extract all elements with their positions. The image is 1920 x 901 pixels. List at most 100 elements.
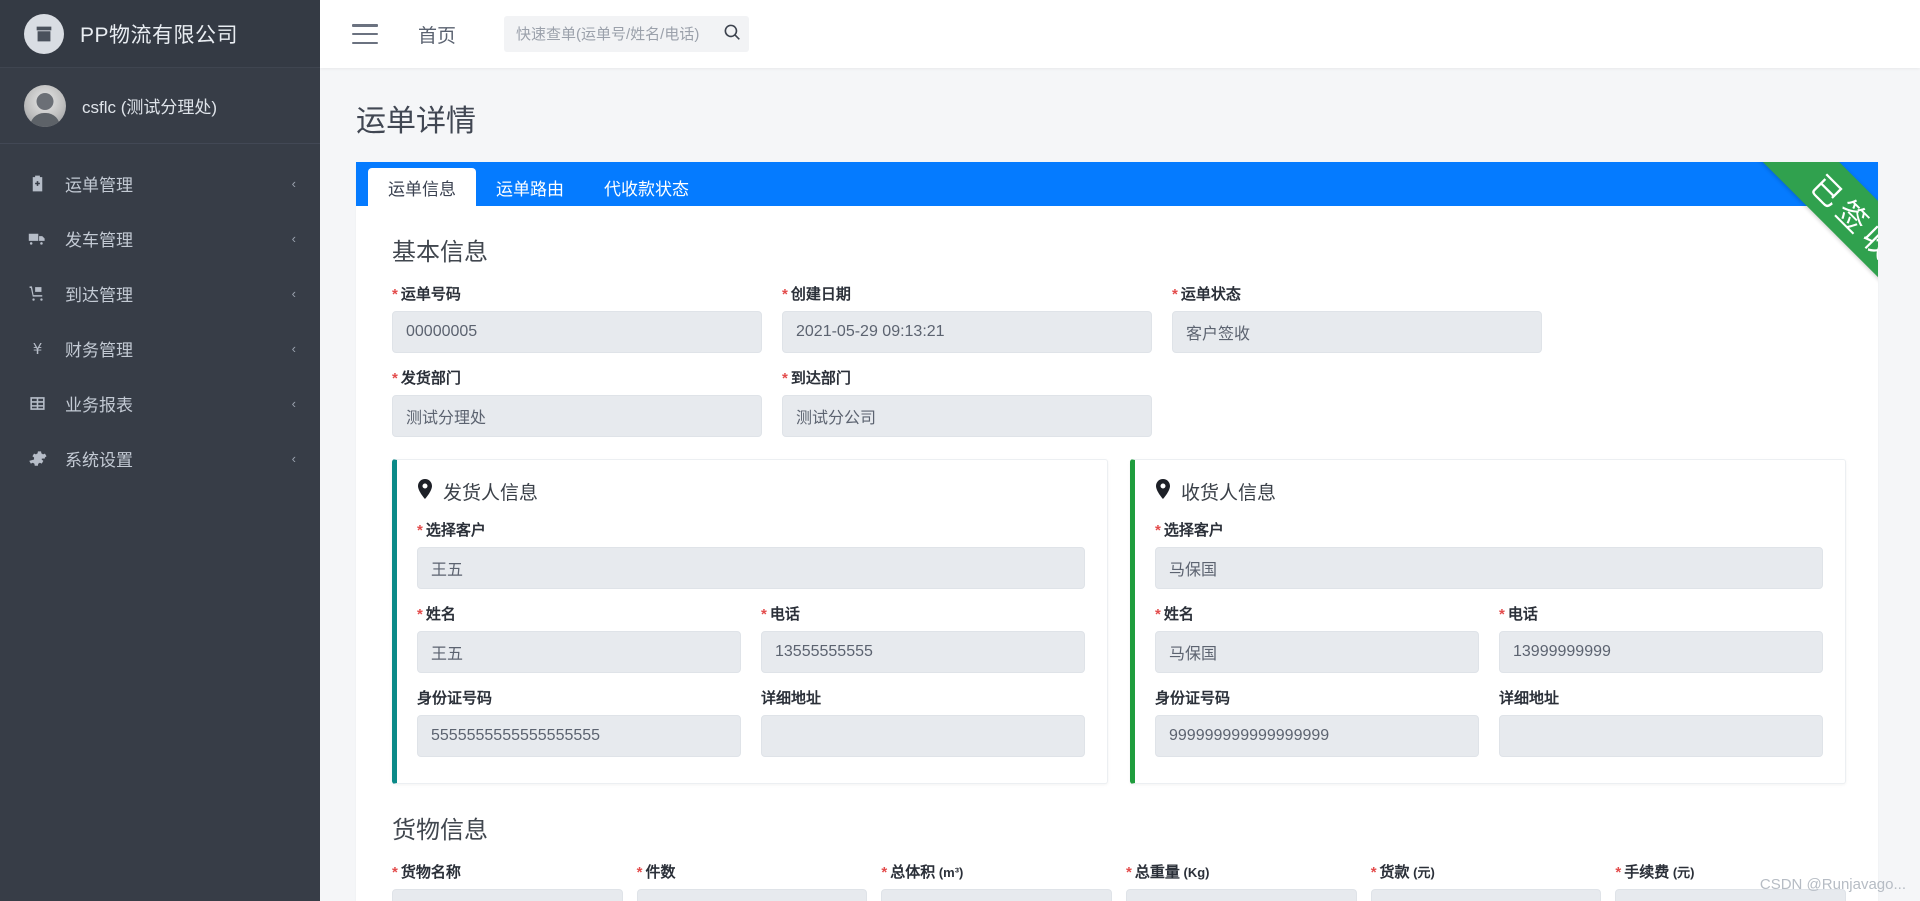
- shipper-row-name-phone: *姓名 *电话: [417, 603, 1085, 687]
- shipper-title: 发货人信息: [443, 478, 538, 505]
- consignee-row-id-address: 身份证号码 详细地址: [1155, 687, 1823, 771]
- search-box[interactable]: [504, 16, 749, 52]
- label-text: 货款: [1380, 864, 1410, 881]
- required-marker: *: [637, 864, 643, 881]
- brand-header[interactable]: PP物流有限公司: [0, 0, 320, 68]
- cargo-grid: *货物名称 *件数 *总体积 (m³): [392, 861, 1846, 901]
- required-marker: *: [881, 864, 887, 881]
- chevron-left-icon: ‹: [292, 451, 296, 466]
- tab-waybill-info[interactable]: 运单信息: [368, 168, 476, 206]
- chevron-left-icon: ‹: [292, 176, 296, 191]
- search-button[interactable]: [721, 23, 744, 45]
- required-marker: *: [782, 370, 788, 387]
- field-shipper-address: 详细地址: [761, 687, 1085, 757]
- sidebar-item-dispatch-management[interactable]: 发车管理 ‹: [0, 211, 320, 266]
- consignee-customer-input[interactable]: [1155, 547, 1823, 589]
- shipper-panel: 发货人信息 *选择客户 *姓名: [392, 459, 1108, 784]
- consignee-header: 收货人信息: [1155, 478, 1823, 505]
- field-waybill-number: *运单号码: [392, 283, 762, 353]
- field-label: *姓名: [1155, 603, 1479, 624]
- label-text: 件数: [646, 864, 676, 881]
- search-input[interactable]: [516, 26, 715, 43]
- label-unit: (元): [1669, 865, 1694, 880]
- shipper-phone-input[interactable]: [761, 631, 1085, 673]
- field-label: 详细地址: [1499, 687, 1823, 708]
- cargo-payment-input[interactable]: [1371, 889, 1602, 901]
- required-marker: *: [782, 286, 788, 303]
- waybill-number-input[interactable]: [392, 311, 762, 353]
- consignee-row-name-phone: *姓名 *电话: [1155, 603, 1823, 687]
- shipper-customer-input[interactable]: [417, 547, 1085, 589]
- shipper-name-input[interactable]: [417, 631, 741, 673]
- sidebar-item-waybill-management[interactable]: 运单管理 ‹: [0, 156, 320, 211]
- shipper-row-id-address: 身份证号码 详细地址: [417, 687, 1085, 771]
- label-text: 手续费: [1624, 864, 1669, 881]
- field-label: *货款 (元): [1371, 861, 1602, 882]
- cargo-volume-input[interactable]: [881, 889, 1112, 901]
- cargo-quantity-input[interactable]: [637, 889, 868, 901]
- field-label: 详细地址: [761, 687, 1085, 708]
- field-arrive-department: *到达部门: [782, 367, 1152, 437]
- field-label: *电话: [1499, 603, 1823, 624]
- basic-row-2: *发货部门 *到达部门: [392, 367, 1846, 451]
- required-marker: *: [1172, 286, 1178, 303]
- cargo-weight-input[interactable]: [1126, 889, 1357, 901]
- sidebar-item-label: 运单管理: [65, 171, 275, 196]
- shipper-header: 发货人信息: [417, 478, 1085, 505]
- consignee-idcard-input[interactable]: [1155, 715, 1479, 757]
- label-text: 选择客户: [426, 522, 486, 539]
- field-ship-department: *发货部门: [392, 367, 762, 437]
- cargo-name-input[interactable]: [392, 889, 623, 901]
- sidebar-item-arrival-management[interactable]: 到达管理 ‹: [0, 266, 320, 321]
- user-profile[interactable]: csflc (测试分理处): [0, 68, 320, 144]
- label-text: 选择客户: [1164, 522, 1224, 539]
- home-link[interactable]: 首页: [418, 21, 456, 48]
- field-shipper-name: *姓名: [417, 603, 741, 673]
- map-pin-icon: [417, 479, 433, 504]
- required-marker: *: [392, 370, 398, 387]
- label-text: 运单号码: [401, 286, 461, 303]
- label-text: 货物名称: [401, 864, 461, 881]
- consignee-address-input[interactable]: [1499, 715, 1823, 757]
- hamburger-icon[interactable]: [352, 24, 378, 44]
- field-cargo-name: *货物名称: [392, 861, 623, 901]
- shipper-address-input[interactable]: [761, 715, 1085, 757]
- required-marker: *: [417, 522, 423, 539]
- sidebar-item-label: 业务报表: [65, 391, 275, 416]
- label-text: 总体积: [890, 864, 935, 881]
- consignee-name-input[interactable]: [1155, 631, 1479, 673]
- field-label: *货物名称: [392, 861, 623, 882]
- tab-waybill-route[interactable]: 运单路由: [476, 168, 584, 206]
- label-text: 创建日期: [791, 286, 851, 303]
- required-marker: *: [417, 606, 423, 623]
- field-label: *运单状态: [1172, 283, 1542, 304]
- field-consignee-phone: *电话: [1499, 603, 1823, 673]
- sidebar-item-label: 发车管理: [65, 226, 275, 251]
- consignee-title: 收货人信息: [1181, 478, 1276, 505]
- required-marker: *: [1371, 864, 1377, 881]
- label-text: 发货部门: [401, 370, 461, 387]
- arrive-department-input[interactable]: [782, 395, 1152, 437]
- avatar: [24, 85, 66, 127]
- brand-name: PP物流有限公司: [80, 19, 238, 49]
- shipper-idcard-input[interactable]: [417, 715, 741, 757]
- chevron-left-icon: ‹: [292, 286, 296, 301]
- sidebar-item-finance-management[interactable]: ¥ 财务管理 ‹: [0, 321, 320, 376]
- field-label: *发货部门: [392, 367, 762, 388]
- field-label: *创建日期: [782, 283, 1152, 304]
- sidebar: PP物流有限公司 csflc (测试分理处) 运单管理 ‹ 发车管理 ‹: [0, 0, 320, 901]
- field-label: 身份证号码: [417, 687, 741, 708]
- required-marker: *: [761, 606, 767, 623]
- required-marker: *: [1155, 522, 1161, 539]
- label-text: 姓名: [1164, 606, 1194, 623]
- consignee-phone-input[interactable]: [1499, 631, 1823, 673]
- sidebar-item-system-settings[interactable]: 系统设置 ‹: [0, 431, 320, 486]
- waybill-status-input[interactable]: [1172, 311, 1542, 353]
- party-panels: 发货人信息 *选择客户 *姓名: [392, 459, 1846, 784]
- field-shipper-customer: *选择客户: [417, 519, 1085, 589]
- tab-cod-status[interactable]: 代收款状态: [584, 168, 709, 206]
- basic-section-title: 基本信息: [392, 232, 1846, 267]
- sidebar-item-business-report[interactable]: 业务报表 ‹: [0, 376, 320, 431]
- ship-department-input[interactable]: [392, 395, 762, 437]
- create-date-input[interactable]: [782, 311, 1152, 353]
